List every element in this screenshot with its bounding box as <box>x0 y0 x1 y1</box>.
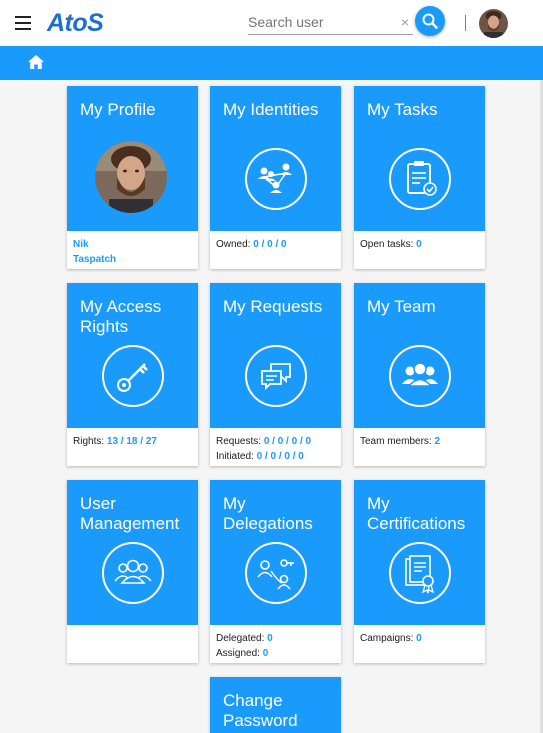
tile-title: My Tasks <box>367 100 438 119</box>
tile-user-management[interactable]: User Management <box>67 480 198 663</box>
tile-my-tasks[interactable]: My Tasks Open tasks: 0 <box>354 86 485 269</box>
tile-title: My Profile <box>80 100 156 119</box>
tile-title: Change Password <box>223 691 298 730</box>
header-divider <box>465 15 466 31</box>
tasks-summary: Open tasks: 0 <box>360 239 422 250</box>
home-icon[interactable] <box>27 54 45 70</box>
search-box: × <box>248 9 413 35</box>
users-icon <box>102 542 164 604</box>
access-rights-summary: Rights: 13 / 18 / 27 <box>73 436 157 447</box>
team-icon <box>389 345 451 407</box>
user-management-summary <box>67 625 198 636</box>
delegation-icon <box>245 542 307 604</box>
chat-icon <box>245 345 307 407</box>
identities-summary: Owned: 0 / 0 / 0 <box>216 239 287 250</box>
certifications-summary: Campaigns: 0 <box>360 633 422 644</box>
tile-title: User Management <box>80 494 180 533</box>
tile-title: My Identities <box>223 100 319 119</box>
clipboard-icon <box>389 148 451 210</box>
tile-title: My Requests <box>223 297 323 316</box>
delegations-summary: Delegated: 0 Assigned: 0 <box>216 633 273 659</box>
tile-my-profile[interactable]: My Profile Nik Taspatch <box>67 86 198 269</box>
tile-my-certifications[interactable]: My Certifications Campaigns: 0 <box>354 480 485 663</box>
tile-my-access-rights[interactable]: My Access Rights Rights: 13 / 18 / 27 <box>67 283 198 466</box>
key-icon <box>102 345 164 407</box>
nav-bar <box>0 46 543 80</box>
top-bar: AtoS × <box>0 0 543 46</box>
search-icon <box>422 13 438 29</box>
tile-change-password[interactable]: Change Password <box>210 677 341 733</box>
menu-icon[interactable] <box>15 16 31 30</box>
tile-title: My Access Rights <box>80 297 162 336</box>
certificate-icon <box>389 542 451 604</box>
tile-my-identities[interactable]: My Identities Owned: 0 / 0 / 0 <box>210 86 341 269</box>
clear-icon[interactable]: × <box>401 14 409 30</box>
avatar[interactable] <box>479 9 508 38</box>
search-input[interactable] <box>248 11 396 33</box>
profile-photo <box>95 141 167 213</box>
requests-summary: Requests: 0 / 0 / 0 / 0 Initiated: 0 / 0… <box>216 436 312 462</box>
identities-icon <box>245 148 307 210</box>
logo[interactable]: AtoS <box>47 9 104 38</box>
tile-my-requests[interactable]: My Requests Requests: 0 / 0 / 0 / 0 Init… <box>210 283 341 466</box>
tile-my-delegations[interactable]: My Delegations Delegated: 0 Assigned: 0 <box>210 480 341 663</box>
tile-title: My Team <box>367 297 436 316</box>
tile-title: My Delegations <box>223 494 313 533</box>
search-button[interactable] <box>415 6 445 36</box>
tile-my-team[interactable]: My Team Team members: 2 <box>354 283 485 466</box>
team-summary: Team members: 2 <box>360 436 441 447</box>
tile-title: My Certifications <box>367 494 466 533</box>
profile-name: Nik Taspatch <box>73 239 117 265</box>
